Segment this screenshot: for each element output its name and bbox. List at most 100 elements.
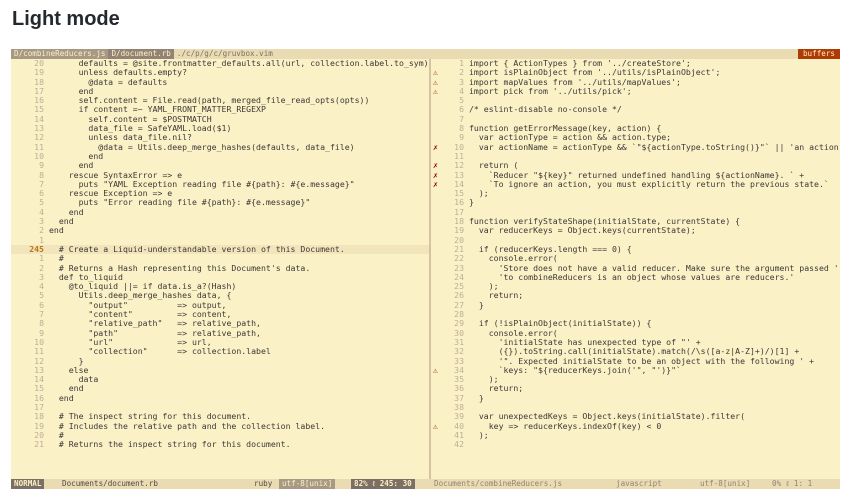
- right_pane-code-line[interactable]: 17: [431, 208, 840, 217]
- vim-editor[interactable]: D/combineReducers.js D/document.rb ./c/p/g…: [11, 49, 840, 489]
- right_pane-code-line[interactable]: ⚠ 34 `keys: "${reducerKeys.join('", "')}"…: [431, 366, 840, 375]
- left_pane-code-line[interactable]: 18 @data = defaults: [11, 78, 429, 87]
- right_pane-code-line[interactable]: 6 /* eslint-disable no-console */: [431, 105, 840, 114]
- left_pane-code-line[interactable]: 12 unless data_file.nil?: [11, 133, 429, 142]
- left_pane-code-line[interactable]: 5 puts "Error reading file #{path}: #{e.…: [11, 198, 429, 207]
- left-pane-document-rb[interactable]: 20 defaults = @site.frontmatter_defaults…: [11, 59, 429, 449]
- left_pane-code-line[interactable]: 1 #: [11, 254, 429, 263]
- left_pane-code-line[interactable]: 9 "path" => relative_path,: [11, 329, 429, 338]
- code-text: return;: [469, 384, 524, 394]
- right_pane-code-line[interactable]: ✗ 12 return (: [431, 161, 840, 170]
- right_pane-code-line[interactable]: 24 'to combineReducers is an object whos…: [431, 273, 840, 282]
- line-number: 20: [34, 430, 44, 440]
- left_pane-code-line[interactable]: 21 # Returns the inspect string for this…: [11, 440, 429, 449]
- left_pane-code-line[interactable]: 1: [11, 236, 429, 245]
- left_pane-code-line[interactable]: 2 # Returns a Hash representing this Doc…: [11, 264, 429, 273]
- line-number: 42: [454, 440, 464, 450]
- left_pane-code-line[interactable]: 245 # Create a Liquid-understandable ver…: [11, 244, 429, 255]
- left_pane-code-line[interactable]: 5 Utils.deep_merge_hashes data, {: [11, 291, 429, 300]
- right_pane-code-line[interactable]: 15 );: [431, 189, 840, 198]
- right_pane-code-line[interactable]: 8 function getErrorMessage(key, action) {: [431, 124, 840, 133]
- tab-combinereducers[interactable]: D/combineReducers.js: [11, 49, 109, 59]
- right_pane-code-line[interactable]: 26 return;: [431, 291, 840, 300]
- right_pane-code-line[interactable]: 20: [431, 236, 840, 245]
- left_pane-code-line[interactable]: 8 "relative_path" => relative_path,: [11, 319, 429, 328]
- line-number: 12: [34, 356, 44, 366]
- left_pane-code-line[interactable]: 6 "output" => output,: [11, 301, 429, 310]
- right_pane-code-line[interactable]: 21 if (reducerKeys.length === 0) {: [431, 245, 840, 254]
- left_pane-code-line[interactable]: 3 def to_liquid: [11, 273, 429, 282]
- right_pane-code-line[interactable]: ✗ 10 var actionName = actionType && `"${a…: [431, 143, 840, 152]
- right_pane-code-line[interactable]: 16}: [431, 198, 840, 207]
- right_pane-code-line[interactable]: 31 'initialState has unexpected type of …: [431, 338, 840, 347]
- left_pane-code-line[interactable]: 19 unless defaults.empty?: [11, 68, 429, 77]
- right_pane-code-line[interactable]: 5: [431, 96, 840, 105]
- left_pane-code-line[interactable]: 6 rescue Exception => e: [11, 189, 429, 198]
- tab-gruvbox-vim[interactable]: ./c/p/g/c/gruvbox.vim: [174, 49, 276, 59]
- left_pane-code-line[interactable]: 18 # The inspect string for this documen…: [11, 412, 429, 421]
- left_pane-code-line[interactable]: 11 @data = Utils.deep_merge_hashes(defau…: [11, 143, 429, 152]
- right_pane-code-line[interactable]: 22 console.error(: [431, 254, 840, 263]
- tab-document-rb[interactable]: D/document.rb: [108, 49, 174, 59]
- right_pane-code-line[interactable]: 23 'Store does not have a valid reducer.…: [431, 264, 840, 273]
- line-number: 33: [454, 356, 464, 366]
- right_pane-code-line[interactable]: 19 var reducerKeys = Object.keys(current…: [431, 226, 840, 235]
- right_pane-code-line[interactable]: 29 if (!isPlainObject(initialState)) {: [431, 319, 840, 328]
- right_pane-code-line[interactable]: 35 );: [431, 375, 840, 384]
- right_pane-code-line[interactable]: ✗ 14 `To ignore an action, you must expli…: [431, 180, 840, 189]
- left_pane-code-line[interactable]: 19 # Includes the relative path and the …: [11, 422, 429, 431]
- left_pane-code-line[interactable]: 12 }: [11, 357, 429, 366]
- right_pane-code-line[interactable]: 42: [431, 440, 840, 449]
- left_pane-code-line[interactable]: 13 else: [11, 366, 429, 375]
- right_pane-code-line[interactable]: ⚠ 4 import pick from '../utils/pick';: [431, 87, 840, 96]
- right_pane-code-line[interactable]: 27 }: [431, 301, 840, 310]
- left_pane-code-line[interactable]: 14 data: [11, 375, 429, 384]
- left_pane-code-line[interactable]: 3 end: [11, 217, 429, 226]
- right_pane-code-line[interactable]: 1 import { ActionTypes } from '../createS…: [431, 59, 840, 68]
- left_pane-code-line[interactable]: 8 rescue SyntaxError => e: [11, 171, 429, 180]
- warning-sign-icon: ⚠: [433, 77, 438, 87]
- left_pane-code-line[interactable]: 13 data_file = SafeYAML.load($1): [11, 124, 429, 133]
- left_pane-code-line[interactable]: 4 end: [11, 208, 429, 217]
- right_pane-code-line[interactable]: 39 var unexpectedKeys = Object.keys(init…: [431, 412, 840, 421]
- left_pane-code-line[interactable]: 15 end: [11, 384, 429, 393]
- right_pane-code-line[interactable]: 18 function verifyStateShape(initialState…: [431, 217, 840, 226]
- right_pane-code-line[interactable]: ⚠ 40 key => reducerKeys.indexOf(key) < 0: [431, 422, 840, 431]
- left_pane-code-line[interactable]: 17 end: [11, 87, 429, 96]
- left_pane-code-line[interactable]: 4 @to_liquid ||= if data.is_a?(Hash): [11, 282, 429, 291]
- left_pane-code-line[interactable]: 14 self.content = $POSTMATCH: [11, 115, 429, 124]
- left_pane-code-line[interactable]: 17: [11, 403, 429, 412]
- right-pane-combinereducers-js[interactable]: 1 import { ActionTypes } from '../createS…: [431, 59, 840, 449]
- right_pane-code-line[interactable]: 38: [431, 403, 840, 412]
- left_pane-code-line[interactable]: 10 end: [11, 152, 429, 161]
- right_pane-code-line[interactable]: ⚠ 3 import mapValues from '../utils/mapVal…: [431, 78, 840, 87]
- right_pane-code-line[interactable]: 28: [431, 310, 840, 319]
- left_pane-code-line[interactable]: 20 defaults = @site.frontmatter_defaults…: [11, 59, 429, 68]
- left_pane-code-line[interactable]: 16 self.content = File.read(path, merged…: [11, 96, 429, 105]
- right_pane-code-line[interactable]: 41 );: [431, 431, 840, 440]
- line-number: 4: [39, 207, 44, 217]
- right_pane-code-line[interactable]: 37 }: [431, 394, 840, 403]
- left_pane-code-line[interactable]: 16 end: [11, 394, 429, 403]
- right_pane-code-line[interactable]: 33 '". Expected initialState to be an ob…: [431, 357, 840, 366]
- left_pane-code-line[interactable]: 10 "url" => url,: [11, 338, 429, 347]
- page-heading: Light mode: [12, 8, 120, 30]
- right_pane-code-line[interactable]: 11: [431, 152, 840, 161]
- left_pane-code-line[interactable]: 2 end: [11, 226, 429, 235]
- right_pane-code-line[interactable]: 30 console.error(: [431, 329, 840, 338]
- right_pane-code-line[interactable]: ✗ 13 `Reducer "${key}" returned undefined…: [431, 171, 840, 180]
- left_pane-code-line[interactable]: 7 puts "YAML Exception reading file #{pa…: [11, 180, 429, 189]
- right_pane-code-line[interactable]: 7: [431, 115, 840, 124]
- right_pane-code-line[interactable]: 36 return;: [431, 384, 840, 393]
- left_pane-code-line[interactable]: 15 if content =~ YAML_FRONT_MATTER_REGEX…: [11, 105, 429, 114]
- right_pane-code-line[interactable]: 9 var actionType = action && action.type…: [431, 133, 840, 142]
- right_pane-code-line[interactable]: 25 );: [431, 282, 840, 291]
- left_pane-code-line[interactable]: 11 "collection" => collection.label: [11, 347, 429, 356]
- right_pane-code-line[interactable]: ⚠ 2 import isPlainObject from '../utils/is…: [431, 68, 840, 77]
- left_pane-code-line[interactable]: 20 #: [11, 431, 429, 440]
- right_pane-code-line[interactable]: 32 ({}).toString.call(initialState).matc…: [431, 347, 840, 356]
- code-text: # The inspect string for this document.: [49, 412, 252, 422]
- left_pane-code-line[interactable]: 7 "content" => content,: [11, 310, 429, 319]
- left_pane-code-line[interactable]: 9 end: [11, 161, 429, 170]
- warning-sign-icon: ⚠: [433, 421, 438, 431]
